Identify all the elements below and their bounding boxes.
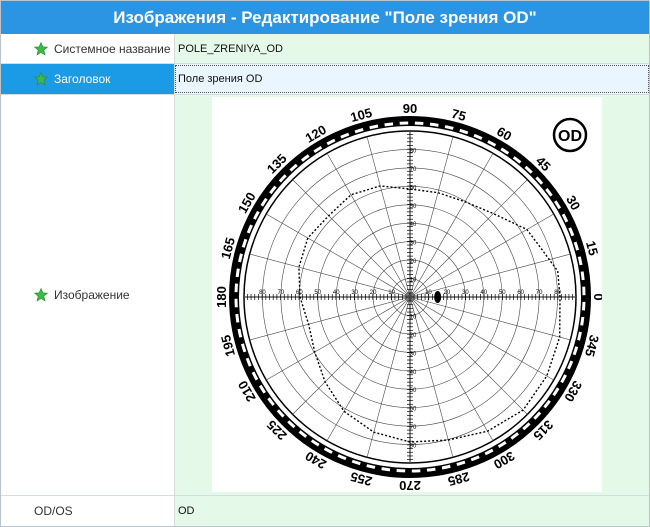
image-field[interactable]: 10 10 10 10 20 20 20 20 30 30 30 30 40 40 40 40 50 50 50 50… [175,95,649,495]
row-image[interactable]: Изображение 10 10 10 10 20 20 20 20 30 30 30 30 40 40… [1,95,649,496]
ring-value-label: 40 [333,290,340,296]
ring-value-label: 50 [410,204,417,210]
rim-dash [426,467,436,472]
ring-value-label: 40 [410,222,417,228]
rim-dash [235,313,240,323]
ring-value-label: 50 [314,290,321,296]
star-icon [34,288,48,302]
title-value: Поле зрения OD [178,73,263,85]
ring-value-label: 30 [351,290,358,296]
ring-value-label: 80 [410,444,417,450]
ring-value-label: 30 [462,290,469,296]
rim-dash [580,271,585,281]
rim-dash [444,125,454,130]
image-label: Изображение [54,288,130,302]
system-name-label: Системное название [54,41,171,56]
system-name-value: POLE_ZRENIYA_OD [178,42,283,55]
od-os-field[interactable]: OD [175,496,649,526]
title-label: Заголовок [54,72,111,86]
rim-dash [237,328,243,338]
ring-value-label: 70 [410,167,417,173]
od-os-label: OD/OS [34,504,73,518]
ring-value-label: 70 [278,290,285,296]
rim-dash [580,316,585,326]
ring-value-label: 10 [410,278,417,284]
ring-value-label: 30 [410,351,417,357]
title-field[interactable]: Поле зрения OD [175,64,649,94]
od-os-value: OD [178,505,195,517]
rim-dash [366,464,376,469]
angle-label: 0 [591,293,602,300]
row-label-cell: OD/OS [1,496,175,526]
angle-label: 180 [214,286,229,308]
ring-value-label: 20 [370,290,377,296]
rim-dash [384,122,394,127]
ring-value-label: 50 [499,290,506,296]
ring-value-label: 20 [410,259,417,265]
ring-value-label: 20 [410,333,417,339]
rim-dash [441,464,451,470]
rim-dash [429,122,439,127]
rim-dash [577,256,583,266]
eye-badge-label: OD [558,128,582,145]
ring-value-label: 70 [410,425,417,431]
blind-spot [434,291,442,303]
visual-field-chart: 10 10 10 10 20 20 20 20 30 30 30 30 40 40 40 40 50 50 50 50… [214,101,606,493]
ring-value-label: 70 [536,290,543,296]
ring-value-label: 10 [388,290,395,296]
angle-label: 270 [399,478,421,492]
rim-dash [238,253,243,263]
angle-label: 90 [403,101,417,116]
ring-value-label: 40 [410,370,417,376]
ring-value-label: 10 [410,314,417,320]
editor-window: Изображения - Редактирование "Поле зрени… [0,0,650,527]
ring-value-label: 20 [444,290,451,296]
ring-value-label: 30 [410,241,417,247]
ring-value-label: 60 [410,407,417,413]
window-title: Изображения - Редактирование "Поле зрени… [1,1,649,34]
row-label-cell: Системное название [1,34,175,63]
system-name-field[interactable]: POLE_ZRENIYA_OD [175,34,649,63]
ring-value-label: 80 [410,148,417,154]
ring-value-label: 60 [517,290,524,296]
star-icon [34,72,48,86]
row-od-os[interactable]: OD/OS OD [1,496,649,526]
star-icon [34,41,48,56]
rim-dash [577,331,582,341]
rim-dash [235,268,240,278]
rim-dash [381,467,391,472]
row-system-name[interactable]: Системное название POLE_ZRENIYA_OD [1,34,649,64]
visual-field-image[interactable]: 10 10 10 10 20 20 20 20 30 30 30 30 40 40 40 40 50 50 50 50… [212,97,606,493]
row-label-cell: Изображение [1,95,175,495]
ring-value-label: 50 [410,388,417,394]
ring-value-label: 40 [480,290,487,296]
ring-value-label: 80 [259,290,266,296]
row-label-cell: Заголовок [1,64,175,94]
rim-dash [369,124,379,130]
row-title[interactable]: Заголовок Поле зрения OD [1,64,649,95]
ring-value-label: 10 [425,290,432,296]
